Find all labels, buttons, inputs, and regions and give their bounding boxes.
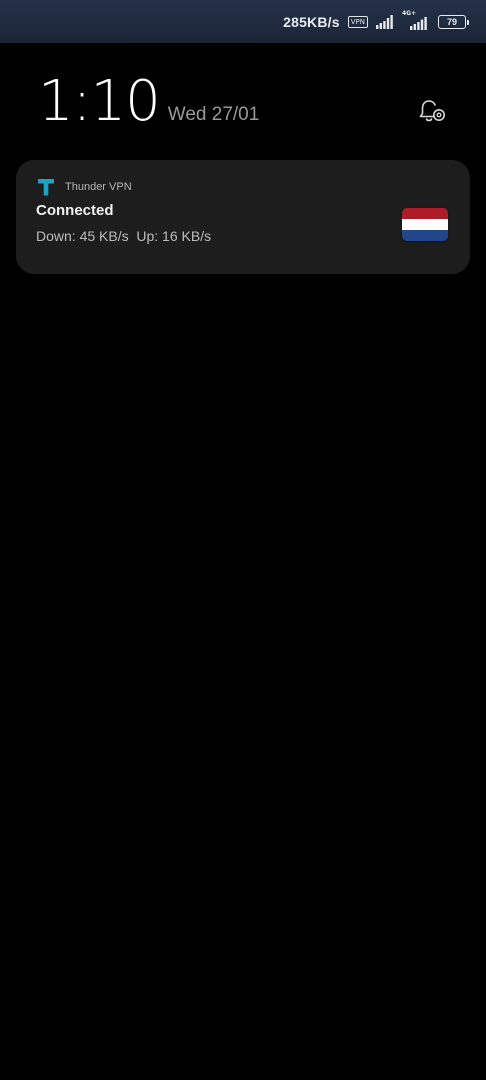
flag-stripe-white	[402, 219, 448, 230]
clock-time: 1:10	[38, 69, 161, 134]
clock-date: Wed 27/01	[167, 104, 260, 125]
signal-icon	[376, 15, 394, 29]
network-speed: 285KB/s	[283, 14, 340, 30]
battery-icon: 79	[438, 15, 469, 29]
lock-screen-clock: 1:10 Wed 27/01	[38, 72, 259, 132]
status-icons: 285KB/s VPN 4G+ 79	[283, 10, 469, 32]
vpn-badge: VPN	[347, 16, 368, 28]
notification-settings-icon[interactable]	[418, 98, 448, 126]
thunder-vpn-icon	[36, 177, 56, 197]
notification-body: Down: 45 KB/s Up: 16 KB/s	[36, 228, 212, 244]
battery-level: 79	[446, 17, 457, 27]
status-bar: 285KB/s VPN 4G+ 79	[0, 0, 486, 43]
netherlands-flag-icon	[402, 208, 448, 241]
notification-app-name: Thunder VPN	[65, 181, 132, 193]
lte-signal-icon: 4G+	[402, 10, 430, 30]
vpn-notification-card[interactable]: Thunder VPN Connected Down: 45 KB/s Up: …	[16, 160, 470, 274]
flag-stripe-red	[402, 208, 448, 219]
notification-header: Thunder VPN	[36, 177, 132, 197]
flag-stripe-blue	[402, 230, 448, 241]
notification-title: Connected	[36, 202, 114, 219]
network-type-label: 4G+	[402, 10, 417, 17]
